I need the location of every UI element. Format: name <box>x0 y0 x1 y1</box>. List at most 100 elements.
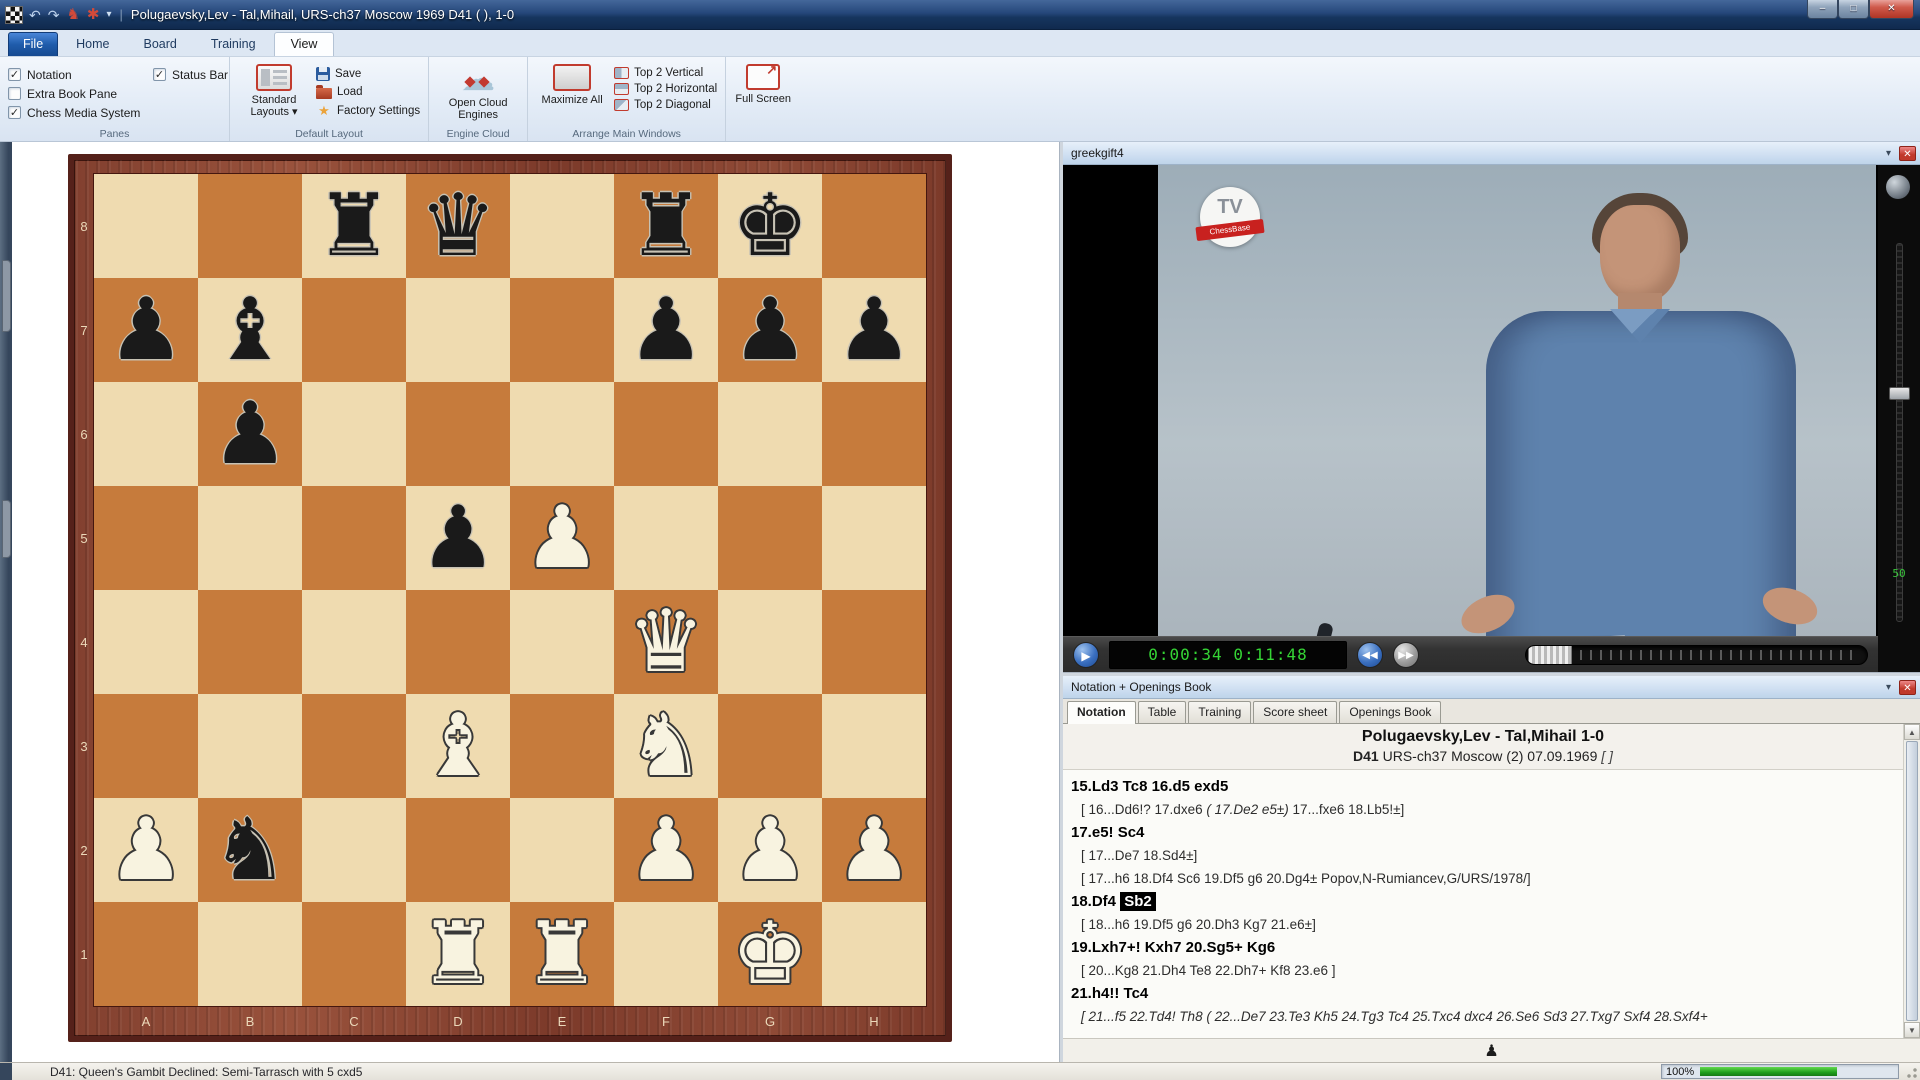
square-f6[interactable] <box>614 382 718 486</box>
tab-notation[interactable]: Notation <box>1067 701 1136 724</box>
tab-board[interactable]: Board <box>128 33 193 56</box>
square-g5[interactable] <box>718 486 822 590</box>
app-icon[interactable] <box>5 6 23 24</box>
square-d6[interactable] <box>406 382 510 486</box>
move-text[interactable]: 21.h4!! Tc4 <box>1071 985 1148 1002</box>
square-e3[interactable] <box>510 694 614 798</box>
move-text[interactable]: [ 16...Dd6!? 17.dxe6 <box>1081 802 1206 817</box>
square-d1[interactable]: ♜ <box>406 902 510 1006</box>
square-e4[interactable] <box>510 590 614 694</box>
volume-knob[interactable] <box>1886 175 1910 199</box>
square-h7[interactable]: ♟ <box>822 278 926 382</box>
black-rook[interactable]: ♜ <box>315 176 392 276</box>
square-a1[interactable] <box>94 902 198 1006</box>
standard-layouts-button[interactable]: Standard Layouts ▾ <box>238 61 310 127</box>
tab-table[interactable]: Table <box>1138 701 1187 723</box>
square-d7[interactable] <box>406 278 510 382</box>
move-text[interactable]: [ 20...Kg8 21.Dh4 Te8 22.Dh7+ Kf8 23.e6 … <box>1081 963 1336 978</box>
square-f2[interactable]: ♟ <box>614 798 718 902</box>
checkbox-status-bar[interactable]: ✓ Status Bar <box>153 68 241 82</box>
tab-file[interactable]: File <box>8 32 58 56</box>
move-text[interactable]: 17.e5! Sc4 <box>1071 824 1144 841</box>
close-icon[interactable]: ✕ <box>1899 146 1916 161</box>
square-g7[interactable]: ♟ <box>718 278 822 382</box>
square-h5[interactable] <box>822 486 926 590</box>
move-line[interactable]: 18.Df4 Sb2 <box>1071 890 1883 913</box>
load-button[interactable]: Load <box>316 85 420 99</box>
square-g8[interactable]: ♚ <box>718 174 822 278</box>
close-icon[interactable]: ✕ <box>1899 680 1916 695</box>
black-pawn[interactable]: ♟ <box>211 384 288 484</box>
qat-menu-icon[interactable]: ▾ <box>107 7 112 23</box>
checkbox-extra-book-pane[interactable]: Extra Book Pane <box>8 87 153 101</box>
checkbox-notation[interactable]: ✓ Notation <box>8 68 153 82</box>
square-b8[interactable] <box>198 174 302 278</box>
open-cloud-engines-button[interactable]: ☁ Open Cloud Engines <box>437 61 519 127</box>
top2-horizontal-button[interactable]: Top 2 Horizontal <box>614 83 717 95</box>
square-d2[interactable] <box>406 798 510 902</box>
resize-grip[interactable] <box>1903 1064 1919 1080</box>
black-pawn[interactable]: ♟ <box>627 280 704 380</box>
square-a3[interactable] <box>94 694 198 798</box>
move-line[interactable]: 15.Ld3 Tc8 16.d5 exd5 <box>1071 775 1883 798</box>
engine-icon[interactable]: ♞ <box>66 7 79 23</box>
square-f8[interactable]: ♜ <box>614 174 718 278</box>
square-h8[interactable] <box>822 174 926 278</box>
square-h3[interactable] <box>822 694 926 798</box>
scroll-up-icon[interactable]: ▲ <box>1904 724 1920 740</box>
maximize-button[interactable]: □ <box>1838 0 1869 19</box>
rewind-button[interactable]: ◀◀ <box>1357 642 1383 668</box>
square-b5[interactable] <box>198 486 302 590</box>
scroll-down-icon[interactable]: ▼ <box>1904 1022 1920 1038</box>
square-h4[interactable] <box>822 590 926 694</box>
maximize-all-button[interactable]: Maximize All <box>536 61 608 127</box>
move-text[interactable]: 19.Lxh7+! Kxh7 20.Sg5+ Kg6 <box>1071 939 1275 956</box>
black-queen[interactable]: ♛ <box>419 176 496 276</box>
move-line[interactable]: [ 20...Kg8 21.Dh4 Te8 22.Dh7+ Kf8 23.e6 … <box>1071 959 1883 982</box>
square-c6[interactable] <box>302 382 406 486</box>
volume-slider-track[interactable] <box>1896 243 1903 622</box>
move-line[interactable]: [ 18...h6 19.Df5 g6 20.Dh3 Kg7 21.e6±] <box>1071 913 1883 936</box>
close-button[interactable]: ✕ <box>1869 0 1914 19</box>
square-b1[interactable] <box>198 902 302 1006</box>
tab-training-notation[interactable]: Training <box>1188 701 1251 723</box>
checkbox-box[interactable]: ✓ <box>153 68 166 81</box>
move-line[interactable]: [ 17...De7 18.Sd4±] <box>1071 844 1883 867</box>
white-pawn[interactable]: ♟ <box>627 800 704 900</box>
docked-pane-tab[interactable] <box>2 260 11 332</box>
square-a8[interactable] <box>94 174 198 278</box>
square-f5[interactable] <box>614 486 718 590</box>
black-king[interactable]: ♚ <box>731 176 808 276</box>
top2-vertical-button[interactable]: Top 2 Vertical <box>614 67 717 79</box>
move-line[interactable]: 17.e5! Sc4 <box>1071 821 1883 844</box>
square-e2[interactable] <box>510 798 614 902</box>
checkbox-chess-media-system[interactable]: ✓ Chess Media System <box>8 106 153 120</box>
square-a7[interactable]: ♟ <box>94 278 198 382</box>
black-pawn[interactable]: ♟ <box>835 280 912 380</box>
notation-scrollbar[interactable]: ▲ ▼ <box>1903 724 1920 1038</box>
square-e7[interactable] <box>510 278 614 382</box>
move-text[interactable]: ( 17.De2 e5±) <box>1206 802 1288 817</box>
square-b4[interactable] <box>198 590 302 694</box>
square-g1[interactable]: ♚ <box>718 902 822 1006</box>
square-c7[interactable] <box>302 278 406 382</box>
square-c4[interactable] <box>302 590 406 694</box>
media-icon[interactable]: ✱ <box>87 7 100 23</box>
square-h2[interactable]: ♟ <box>822 798 926 902</box>
square-f7[interactable]: ♟ <box>614 278 718 382</box>
square-a6[interactable] <box>94 382 198 486</box>
move-text[interactable]: 17...fxe6 18.Lb5!±] <box>1289 802 1405 817</box>
minimize-button[interactable]: – <box>1807 0 1838 19</box>
square-d4[interactable] <box>406 590 510 694</box>
black-rook[interactable]: ♜ <box>627 176 704 276</box>
white-queen[interactable]: ♛ <box>627 592 704 692</box>
square-g2[interactable]: ♟ <box>718 798 822 902</box>
black-knight[interactable]: ♞ <box>211 800 288 900</box>
square-b2[interactable]: ♞ <box>198 798 302 902</box>
square-d5[interactable]: ♟ <box>406 486 510 590</box>
black-bishop[interactable]: ♝ <box>211 280 288 380</box>
move-text[interactable]: [ 18...h6 19.Df5 g6 20.Dh3 Kg7 21.e6±] <box>1081 917 1316 932</box>
factory-settings-button[interactable]: ★ Factory Settings <box>316 103 420 119</box>
square-a4[interactable] <box>94 590 198 694</box>
black-pawn[interactable]: ♟ <box>419 488 496 588</box>
